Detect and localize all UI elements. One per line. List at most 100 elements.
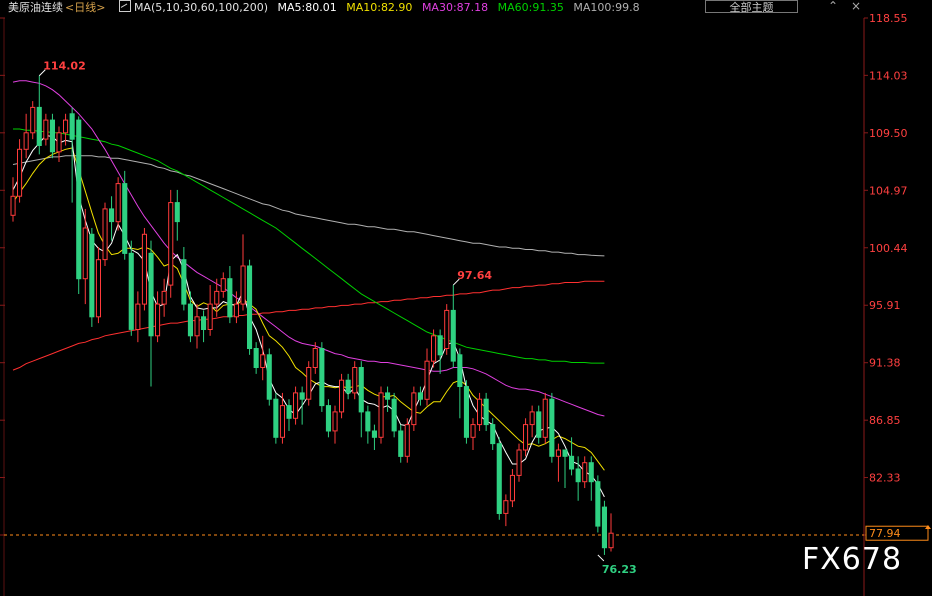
candle-body bbox=[319, 348, 325, 407]
ma60-value: MA60:91.35 bbox=[497, 1, 564, 14]
chart-header: 美原油连续 <日线> MA(5,10,30,60,100,200) MA5:80.… bbox=[0, 0, 646, 16]
candle-body bbox=[503, 500, 509, 514]
candle-body bbox=[187, 303, 193, 337]
ma10-value: MA10:82.90 bbox=[346, 1, 413, 14]
y-tick-label: 118.55 bbox=[869, 12, 908, 25]
ma60-line bbox=[13, 128, 605, 364]
theme-button[interactable]: 全部主题 bbox=[705, 0, 798, 14]
candle-body bbox=[358, 367, 364, 413]
ma100-line bbox=[12, 155, 605, 257]
candle-body bbox=[10, 195, 16, 216]
candle-body bbox=[220, 278, 226, 292]
candle-body bbox=[457, 354, 463, 387]
candle-body bbox=[601, 506, 608, 549]
candle-body bbox=[325, 405, 331, 432]
candle-body bbox=[69, 113, 75, 140]
candle-body bbox=[43, 119, 49, 140]
candle-body bbox=[588, 462, 594, 483]
chevron-up-icon[interactable]: ⌃ bbox=[828, 0, 838, 13]
swing-high-label: 97.64 bbox=[457, 269, 492, 282]
indicator-icon[interactable] bbox=[118, 0, 131, 12]
high-label: 114.02 bbox=[43, 60, 85, 73]
candle-body bbox=[332, 411, 338, 432]
candle-body bbox=[536, 411, 542, 438]
candlestick-chart[interactable]: 118.55 114.03 109.50 104.97 100.44 95.91 91.38… bbox=[0, 0, 932, 596]
candle-body bbox=[463, 386, 469, 438]
ma5-line bbox=[12, 134, 605, 498]
candle-body bbox=[115, 183, 121, 223]
candle-body bbox=[82, 227, 88, 280]
candle-body bbox=[365, 411, 371, 432]
y-tick-label: 109.50 bbox=[869, 127, 908, 140]
candle-body bbox=[424, 360, 430, 400]
candle-body bbox=[299, 392, 305, 400]
candle-body bbox=[102, 208, 108, 261]
candle-body bbox=[17, 148, 23, 197]
candle-body bbox=[155, 303, 161, 337]
candle-body bbox=[174, 202, 180, 223]
candle-body bbox=[562, 449, 568, 457]
candle-body bbox=[417, 392, 423, 400]
candle-body bbox=[398, 430, 404, 457]
candle-body bbox=[122, 183, 128, 254]
candle-body bbox=[286, 405, 292, 419]
candle-body bbox=[555, 449, 562, 457]
ma100-value: MA100:99.8 bbox=[573, 1, 640, 14]
candle-body bbox=[247, 265, 253, 349]
period-selector[interactable]: <日线> bbox=[65, 1, 105, 14]
candle-body bbox=[161, 290, 167, 305]
y-tick-label: 95.91 bbox=[869, 299, 901, 312]
candle-body bbox=[569, 455, 575, 470]
y-tick-label: 86.85 bbox=[869, 414, 901, 427]
candle-body bbox=[575, 468, 581, 483]
candle-body bbox=[542, 398, 548, 438]
candle-body bbox=[339, 379, 345, 413]
candle-body bbox=[76, 119, 82, 280]
watermark-logo: FX678 bbox=[802, 542, 903, 577]
candle-body bbox=[266, 354, 272, 400]
y-tick-label: 82.33 bbox=[869, 472, 901, 485]
candle-body bbox=[194, 316, 200, 337]
candle-body bbox=[490, 424, 496, 445]
candle-body bbox=[523, 424, 529, 451]
instrument-title[interactable]: 美原油连续 bbox=[8, 1, 63, 14]
candle-body bbox=[470, 424, 476, 438]
ma5-value: MA5:80.01 bbox=[277, 1, 337, 14]
candle-body bbox=[411, 392, 417, 426]
y-tick-label: 91.38 bbox=[869, 357, 901, 370]
candle-body bbox=[549, 398, 555, 457]
candle-body bbox=[444, 309, 450, 349]
candle-body bbox=[450, 309, 456, 362]
candle-body bbox=[168, 202, 174, 286]
cross-icon[interactable]: × bbox=[851, 0, 861, 13]
candle-body bbox=[352, 367, 358, 394]
current-price-label: 77.94 bbox=[869, 527, 901, 540]
candle-body bbox=[437, 335, 443, 356]
candle-body bbox=[141, 233, 147, 305]
candle-body bbox=[431, 335, 437, 362]
candle-body bbox=[135, 303, 141, 331]
candle-body bbox=[477, 398, 483, 426]
candle-body bbox=[63, 119, 69, 134]
candle-body bbox=[240, 265, 246, 305]
candle-body bbox=[608, 532, 614, 549]
candle-body bbox=[30, 106, 36, 134]
candle-body bbox=[306, 367, 312, 400]
candle-body bbox=[95, 259, 102, 318]
candle-body bbox=[181, 259, 187, 305]
y-tick-label: 114.03 bbox=[869, 69, 908, 82]
low-label-pointer bbox=[597, 554, 605, 562]
candle-body bbox=[49, 119, 56, 153]
candle-body bbox=[148, 252, 154, 337]
candle-body bbox=[312, 348, 318, 368]
candle-body bbox=[371, 430, 377, 438]
candle-body bbox=[214, 290, 220, 305]
candle-body bbox=[273, 398, 279, 438]
candle-body bbox=[253, 348, 259, 368]
candle-body bbox=[56, 132, 62, 153]
candle-body bbox=[128, 252, 134, 330]
candle-body bbox=[207, 303, 213, 331]
candle-body bbox=[279, 405, 285, 438]
candle-body bbox=[529, 411, 535, 426]
candle-body bbox=[23, 132, 29, 150]
